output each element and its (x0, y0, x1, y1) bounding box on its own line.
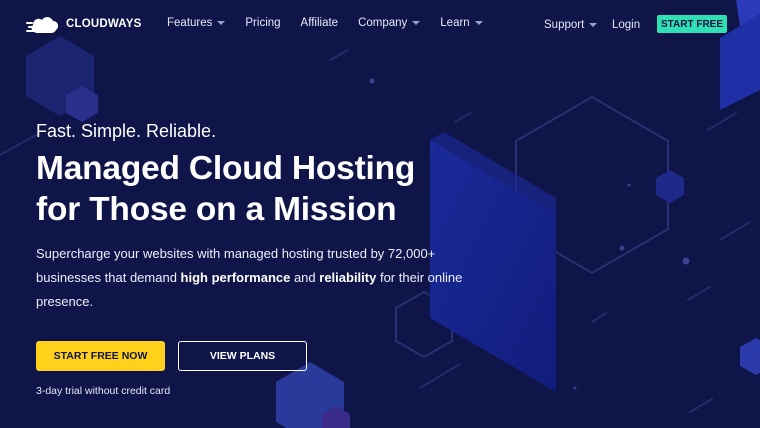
nav-label: Features (167, 17, 213, 29)
nav-item-company[interactable]: Company (358, 17, 421, 29)
desc-text: and (290, 270, 320, 285)
desc-bold-performance: high performance (180, 270, 291, 285)
start-free-button[interactable]: START FREE (657, 15, 727, 33)
nav-item-features[interactable]: Features (167, 17, 226, 29)
chevron-down-icon (217, 21, 226, 25)
cloud-logo-icon (26, 17, 59, 33)
nav-item-affiliate[interactable]: Affiliate (301, 17, 339, 29)
desc-bold-reliability: reliability (319, 270, 377, 285)
nav-label: Pricing (245, 17, 281, 29)
chevron-down-icon (589, 23, 598, 27)
chevron-down-icon (474, 21, 483, 25)
start-free-now-button[interactable]: START FREE NOW (36, 341, 165, 371)
nav-item-support[interactable]: Support (544, 19, 598, 31)
nav-item-learn[interactable]: Learn (440, 17, 483, 29)
nav-label: Support (544, 19, 585, 31)
hero-headline: Managed Cloud Hosting for Those on a Mis… (36, 148, 415, 230)
hero-tagline: Fast. Simple. Reliable. (36, 121, 217, 141)
site-header: CLOUDWAYS Features Pricing Affiliate Com… (0, 0, 760, 48)
nav-label: Company (358, 17, 408, 29)
nav-item-pricing[interactable]: Pricing (245, 17, 280, 29)
trial-note: 3-day trial without credit card (36, 385, 171, 397)
view-plans-button[interactable]: VIEW PLANS (178, 341, 307, 371)
login-link[interactable]: Login (612, 19, 640, 31)
headline-line-2: for Those on a Mission (36, 191, 397, 228)
main-nav: Features Pricing Affiliate Company Learn (167, 17, 483, 29)
brand-logo[interactable]: CLOUDWAYS (26, 14, 142, 34)
hero-description: Supercharge your websites with managed h… (36, 242, 476, 314)
brand-name: CLOUDWAYS (66, 18, 142, 30)
nav-label: Learn (440, 17, 470, 29)
chevron-down-icon (412, 21, 421, 25)
headline-line-1: Managed Cloud Hosting (36, 150, 416, 187)
nav-label: Affiliate (300, 17, 339, 29)
